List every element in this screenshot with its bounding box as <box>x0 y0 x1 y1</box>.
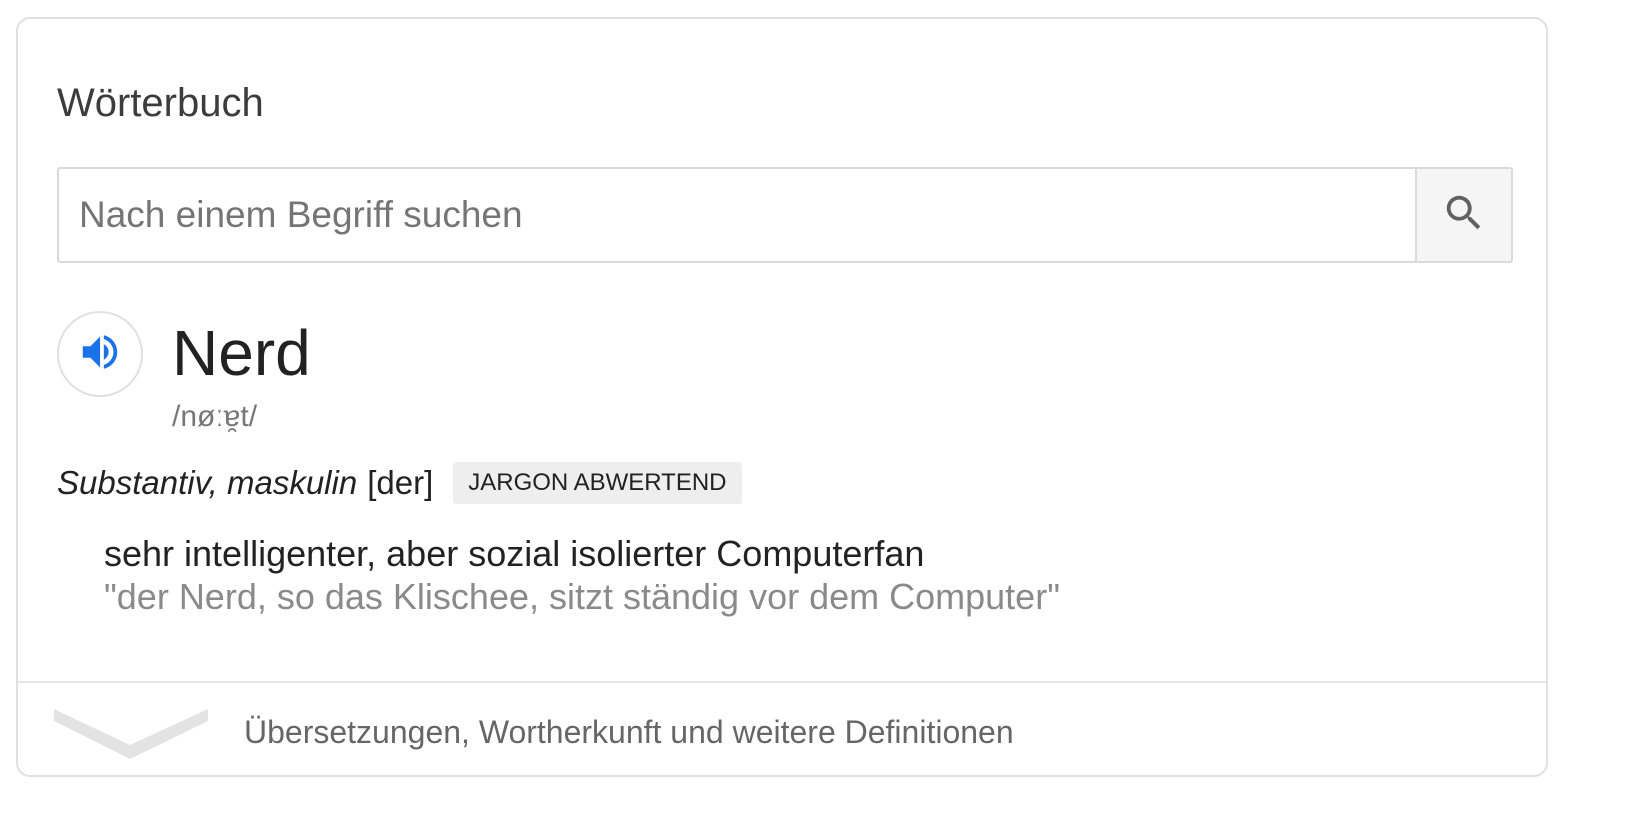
search-input[interactable] <box>59 169 1415 261</box>
chevron-down-icon <box>52 705 212 766</box>
phonetic-transcription: /nøːɐ̯t/ <box>172 400 258 433</box>
dictionary-card: Wörterbuch Nerd /nøːɐ̯t/ Substantiv, mas… <box>16 17 1548 777</box>
search-box <box>57 167 1513 263</box>
search-icon <box>1441 190 1487 241</box>
example-sentence: "der Nerd, so das Klischee, sitzt ständi… <box>104 576 1060 617</box>
speaker-icon <box>77 329 123 380</box>
expand-label: Übersetzungen, Wortherkunft und weitere … <box>244 714 1014 750</box>
grammar-info: Substantiv, maskulin [der] JARGON ABWERT… <box>57 461 742 505</box>
usage-tag: JARGON ABWERTEND <box>453 462 742 504</box>
search-button[interactable] <box>1415 169 1511 261</box>
expand-more-definitions[interactable]: Übersetzungen, Wortherkunft und weitere … <box>18 681 1546 775</box>
pronunciation-audio-button[interactable] <box>57 311 143 397</box>
grammatical-gender: [der] <box>367 464 434 501</box>
card-title: Wörterbuch <box>57 81 264 125</box>
headword: Nerd <box>172 317 311 389</box>
part-of-speech: Substantiv, maskulin <box>57 464 358 501</box>
definition-text: sehr intelligenter, aber sozial isoliert… <box>104 533 925 574</box>
